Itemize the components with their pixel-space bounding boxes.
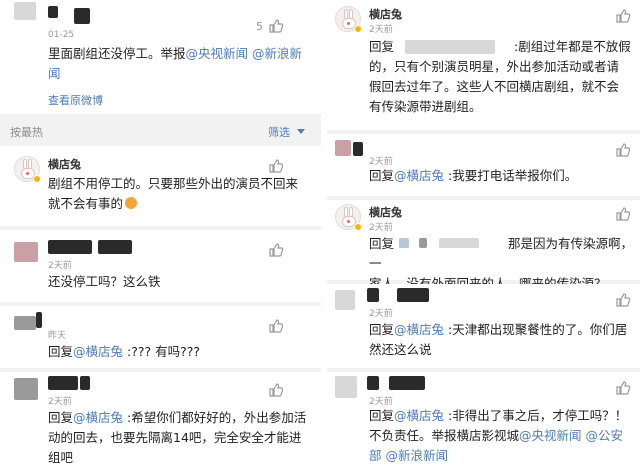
thumb-up-icon[interactable]	[615, 206, 631, 222]
original-post-card: 01-25 5 里面剧组还没停工。举报@央视新闻 @新浪新 闻 查看原微博	[0, 0, 321, 114]
thumb-up-icon[interactable]	[268, 242, 284, 258]
comment-text: 回复@横店兔 :??? 有吗???	[48, 344, 200, 359]
commenter-name[interactable]: 横店兔	[369, 204, 402, 220]
comment-card: 2天前 还没停工吗？这么铁	[0, 230, 321, 302]
comment-card: 2天前 回复@横店兔 :非得出了事之后，才停工吗？！ 不负责任。举报横店影视城@…	[327, 372, 640, 470]
redacted-username	[48, 240, 92, 254]
like-count: 5	[256, 20, 263, 33]
filter-button[interactable]: 筛选	[268, 124, 290, 140]
thumb-up-icon[interactable]	[615, 142, 631, 158]
comment-card: 2天前 回复@横店兔 :希望你们都好好的，外出参加活 动的回去，也要先隔离14吧…	[0, 372, 321, 470]
comment-text: 还没停工吗？这么铁	[48, 274, 161, 289]
redacted-username	[367, 288, 379, 302]
redacted-avatar	[335, 376, 357, 398]
comment-time: 昨天	[48, 331, 67, 341]
comment-time: 2天前	[369, 223, 393, 233]
redacted-username	[98, 240, 132, 254]
comment-time: 2天前	[48, 261, 72, 271]
commenter-name[interactable]: 横店兔	[369, 6, 402, 22]
thumb-up-icon[interactable]	[615, 292, 631, 308]
comment-time: 2天前	[369, 309, 393, 319]
redacted-username	[367, 376, 379, 390]
comment-text: 回复@横店兔 :希望你们都好好的，外出参加活 动的回去，也要先隔离14吧，完全安…	[48, 410, 307, 465]
redacted-username	[74, 8, 90, 24]
redacted-username	[389, 376, 425, 390]
redacted-avatar	[14, 2, 36, 20]
right-screenshot: 横店兔 2天前 回复:剧组过年都是不放假 的，只有个别演员明星，外出参加活动或者…	[327, 0, 640, 470]
thumb-up-icon[interactable]	[615, 8, 631, 24]
comment-card: 横店兔 2天前 回复那是因为有传染源啊，一 家人，没有外面回来的人，哪来的传染源…	[327, 200, 640, 291]
mention-link[interactable]: @横店兔	[73, 344, 123, 359]
mention-link[interactable]: @央视新闻	[186, 46, 249, 61]
thumb-up-icon[interactable]	[615, 380, 631, 396]
mention-link[interactable]: @央视新闻	[519, 428, 582, 443]
comment-text: 回复@横店兔 :非得出了事之后，才停工吗？！ 不负责任。举报横店影视城@央视新闻…	[369, 408, 628, 463]
comment-card: 横店兔 2天前 回复:剧组过年都是不放假 的，只有个别演员明星，外出参加活动或者…	[327, 0, 640, 130]
redacted-username	[80, 376, 90, 390]
redacted-username	[48, 6, 58, 18]
redacted-username	[48, 376, 78, 390]
commenter-name[interactable]: 横店兔	[48, 156, 81, 172]
comment-text: 回复@横店兔 :我要打电话举报你们。	[369, 168, 578, 183]
chevron-down-icon[interactable]	[297, 129, 305, 134]
thumb-up-icon[interactable]	[268, 18, 284, 34]
mention-link[interactable]: 闻	[48, 66, 61, 81]
mention-link[interactable]: @公安	[582, 428, 624, 443]
mention-link[interactable]: 部	[369, 448, 382, 463]
comment-time: 2天前	[48, 397, 72, 407]
post-text: 里面剧组还没停工。举报@央视新闻 @新浪新 闻	[48, 46, 303, 81]
redacted-username	[397, 288, 429, 302]
post-time: 01-25	[48, 30, 75, 40]
redacted-avatar	[14, 316, 36, 330]
verified-badge-icon	[354, 223, 362, 231]
mention-link[interactable]: @横店兔	[394, 408, 444, 423]
comment-card: 横店兔 剧组不用停工的。只要那些外出的演员不回来 就不会有事的	[0, 146, 321, 226]
redacted-avatar	[335, 290, 355, 310]
sort-label[interactable]: 按最热	[10, 124, 43, 140]
redacted-avatar	[335, 140, 351, 156]
comment-time: 2天前	[369, 25, 393, 35]
comment-card: 2天前 回复@横店兔 :我要打电话举报你们。	[327, 134, 640, 196]
redacted-username	[36, 312, 42, 328]
comment-card: 昨天 回复@横店兔 :??? 有吗???	[0, 306, 321, 368]
mention-link[interactable]: @新浪新	[252, 46, 302, 61]
thumb-up-icon[interactable]	[268, 382, 284, 398]
redacted-username	[353, 142, 363, 156]
thumb-up-icon[interactable]	[268, 318, 284, 334]
comment-section-header: 按最热 筛选	[0, 120, 321, 142]
mention-link[interactable]: @横店兔	[73, 410, 123, 425]
left-screenshot: 01-25 5 里面剧组还没停工。举报@央视新闻 @新浪新 闻 查看原微博 按最…	[0, 0, 321, 470]
view-original-link[interactable]: 查看原微博	[48, 92, 103, 108]
redacted-avatar	[14, 378, 38, 400]
comment-text: 剧组不用停工的。只要那些外出的演员不回来 就不会有事的	[48, 176, 299, 211]
comment-card: 2天前 回复@横店兔 :天津都出现聚餐性的了。你们居 然还这么说	[327, 284, 640, 368]
verified-badge-icon	[33, 175, 41, 183]
comment-text: 回复:剧组过年都是不放假 的，只有个别演员明星，外出参加活动或者请 假回去过年了…	[369, 39, 631, 114]
thumb-up-icon[interactable]	[268, 158, 284, 174]
verified-badge-icon	[354, 25, 362, 33]
emoji-icon	[125, 197, 138, 209]
mention-link[interactable]: @横店兔	[394, 322, 444, 337]
mention-link[interactable]: @横店兔	[394, 168, 444, 183]
mention-link[interactable]: @新浪新闻	[382, 448, 448, 463]
redacted-avatar	[14, 242, 38, 262]
comment-text: 回复@横店兔 :天津都出现聚餐性的了。你们居 然还这么说	[369, 322, 628, 357]
